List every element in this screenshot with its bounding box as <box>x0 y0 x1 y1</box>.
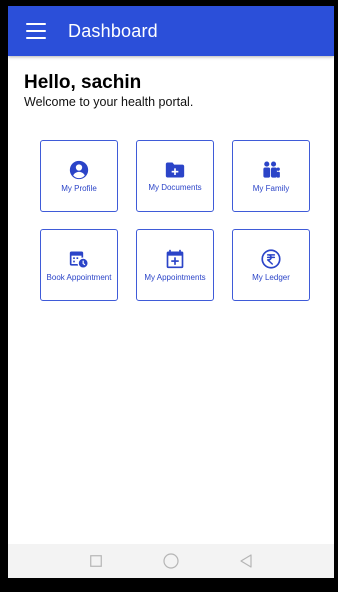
system-nav-bar <box>8 544 334 578</box>
account-circle-icon <box>69 160 89 179</box>
app-screen: Dashboard Hello, sachin Welcome to your … <box>8 6 334 578</box>
rupee-icon <box>261 248 281 269</box>
app-bar-title: Dashboard <box>68 20 158 41</box>
my-ledger-tile[interactable]: My Ledger <box>232 229 310 301</box>
greeting-section: Hello, sachin Welcome to your health por… <box>24 72 193 110</box>
calendar-clock-icon <box>69 251 89 269</box>
dashboard-grid: My Profile My Documents My Family Book A… <box>40 140 312 301</box>
my-documents-tile[interactable]: My Documents <box>136 140 214 212</box>
greeting-title: Hello, sachin <box>24 72 142 93</box>
book-appointment-label: Book Appointment <box>46 272 112 282</box>
family-icon <box>263 161 280 178</box>
my-profile-label: My Profile <box>61 183 97 193</box>
recent-apps-icon[interactable] <box>86 551 106 571</box>
book-appointment-tile[interactable]: Book Appointment <box>40 229 118 301</box>
folder-plus-icon <box>165 162 185 177</box>
my-appointments-tile[interactable]: My Appointments <box>136 229 214 301</box>
my-documents-label: My Documents <box>148 182 202 192</box>
my-profile-tile[interactable]: My Profile <box>40 140 118 212</box>
back-icon[interactable] <box>236 551 256 571</box>
my-ledger-label: My Ledger <box>252 272 290 282</box>
my-family-label: My Family <box>252 183 290 193</box>
my-family-tile[interactable]: My Family <box>232 140 310 212</box>
menu-icon[interactable] <box>26 23 46 39</box>
home-icon[interactable] <box>161 551 181 571</box>
my-appointments-label: My Appointments <box>144 272 206 282</box>
calendar-plus-icon <box>166 249 184 268</box>
device-frame: Dashboard Hello, sachin Welcome to your … <box>0 0 338 592</box>
greeting-subtitle: Welcome to your health portal. <box>24 95 194 109</box>
app-bar: Dashboard <box>8 6 334 56</box>
